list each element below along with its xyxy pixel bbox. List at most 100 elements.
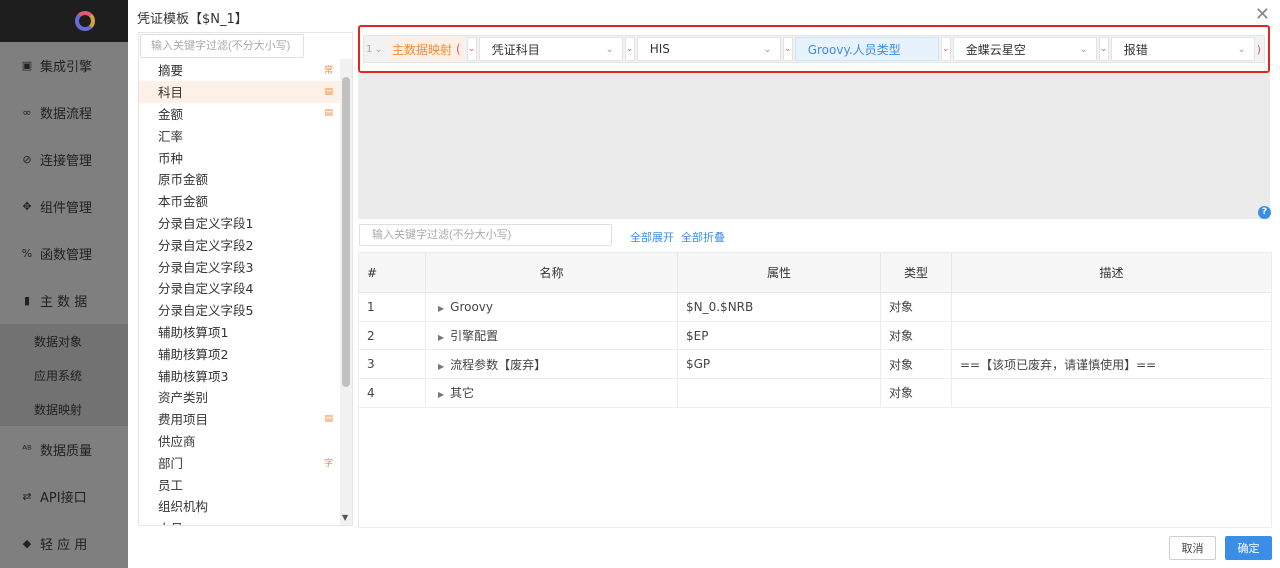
table-row[interactable]: 1 ▶ Groovy $N_0.$NRB 对象 — [358, 292, 1272, 322]
row-index: 4 — [358, 378, 426, 408]
nav-item-label: API接口 — [40, 491, 87, 506]
select-value: HIS — [649, 42, 670, 56]
field-list-item[interactable]: 供应商 — [139, 430, 341, 452]
field-label: 部门 — [158, 455, 184, 471]
field-list-item[interactable]: 金额 ▤ — [139, 103, 341, 125]
field-list-item[interactable]: 辅助核算项2 — [139, 342, 341, 364]
nav-item-a4[interactable]: % 函数管理 — [0, 230, 128, 277]
field-list-item[interactable]: 分录自定义字段5 — [139, 299, 341, 321]
field-list-item[interactable]: 本币金额 — [139, 190, 341, 212]
field-list-item[interactable]: 分录自定义字段4 — [139, 277, 341, 299]
nav-item-b1[interactable]: ⇄ API接口 — [0, 473, 128, 520]
help-icon[interactable]: ? — [1258, 206, 1271, 219]
select-target-system[interactable]: 金蝶云星空 ⌄ — [952, 37, 1097, 61]
field-list-item[interactable]: 辅助核算项1 — [139, 321, 341, 343]
row-description — [951, 378, 1272, 408]
table-row[interactable]: 3 ▶ 流程参数【废弃】 $GP 对象 ==【该项已废弃，请谨慎使用】== — [358, 349, 1272, 380]
row-name[interactable]: ▶ Groovy — [425, 292, 678, 322]
nav-subitem-2[interactable]: 数据映射 — [0, 392, 128, 426]
nav-item-label: 轻 应 用 — [40, 538, 88, 553]
table-row[interactable]: 2 ▶ 引擎配置 $EP 对象 — [358, 320, 1272, 351]
nav-item-a1[interactable]: ∞ 数据流程 — [0, 89, 128, 136]
select-voucher-subject[interactable]: 凭证科目 ⌄ — [478, 37, 623, 61]
chevron-down-icon[interactable]: ⌄ — [1098, 37, 1109, 61]
chevron-down-icon[interactable]: ⌄ — [374, 44, 382, 55]
field-label: 原币金额 — [158, 172, 209, 188]
nav-item-a2[interactable]: ⊘ 连接管理 — [0, 136, 128, 183]
expand-caret-icon[interactable]: ▶ — [438, 362, 444, 371]
input-groovy-expression[interactable]: Groovy.人员类型 — [794, 37, 939, 61]
row-name[interactable]: ▶ 引擎配置 — [425, 320, 678, 351]
field-list-item[interactable]: 分录自定义字段1 — [139, 212, 341, 234]
field-tag-icon: 常 — [323, 66, 333, 77]
field-list-item[interactable]: 分录自定义字段3 — [139, 255, 341, 277]
field-list-scrollbar[interactable]: ▼ — [340, 59, 352, 525]
field-label: 组织机构 — [158, 499, 209, 515]
nav-icon: ⊘ — [22, 153, 32, 166]
chevron-down-icon[interactable]: ⌄ — [624, 37, 635, 61]
scrollbar-thumb[interactable] — [342, 77, 350, 387]
scroll-down-icon[interactable]: ▼ — [342, 513, 348, 522]
row-name[interactable]: ▶ 流程参数【废弃】 — [425, 349, 678, 380]
field-list-item[interactable]: 分录自定义字段2 — [139, 233, 341, 255]
field-label: 汇率 — [158, 128, 184, 144]
field-list-item[interactable]: 科目 ▤ — [139, 80, 341, 103]
field-list-item[interactable]: 资产类别 — [139, 386, 341, 408]
field-list-item[interactable]: 部门 字 — [139, 451, 341, 473]
select-on-missing[interactable]: 报错 ⌄ — [1110, 37, 1255, 61]
chevron-down-icon[interactable]: ⌄ — [940, 37, 951, 61]
row-name-text: Groovy — [450, 299, 494, 314]
nav-subitem-0[interactable]: 数据对象 — [0, 324, 128, 358]
mapping-type-label[interactable]: 主数据映射( — [388, 37, 465, 61]
mapping-row: 1 ⌄ 主数据映射( ⌄ 凭证科目 ⌄ ⌄ HIS ⌄ ⌄ Groovy.人员类型 ⌄… — [363, 35, 1265, 63]
field-list-item[interactable]: 汇率 — [139, 124, 341, 146]
field-list: 摘要 常 科目 ▤ 金额 ▤ 汇率 币种 原币金额 本币金额 分录自定义字段1 … — [139, 59, 341, 525]
nav-item-b2[interactable]: ◆ 轻 应 用 — [0, 520, 128, 567]
expand-caret-icon[interactable]: ▶ — [438, 304, 444, 313]
field-list-item[interactable]: 人员 — [139, 517, 341, 525]
nav-subitem-1[interactable]: 应用系统 — [0, 358, 128, 392]
field-list-item[interactable]: 费用项目 ▤ — [139, 408, 341, 430]
nav-icon: ▣ — [21, 59, 33, 72]
expand-all-link[interactable]: 全部展开 — [630, 229, 674, 245]
field-label: 币种 — [158, 150, 184, 166]
field-list-item[interactable]: 员工 — [139, 473, 341, 495]
collapse-all-link[interactable]: 全部折叠 — [681, 229, 725, 245]
column-header-type: 类型 — [880, 252, 952, 293]
field-tag-icon: ▤ — [324, 413, 333, 424]
field-search-input[interactable] — [140, 34, 304, 58]
nav-item-a5[interactable]: ▮ 主 数 据 — [0, 277, 128, 324]
field-label: 分录自定义字段1 — [158, 215, 254, 231]
table-row[interactable]: 4 ▶ 其它 对象 — [358, 378, 1272, 408]
cancel-button[interactable]: 取消 — [1169, 536, 1216, 560]
field-list-item[interactable]: 摘要 常 — [139, 59, 341, 81]
nav-item-b0[interactable]: ᴬᴮ 数据质量 — [0, 426, 128, 473]
field-label: 分录自定义字段4 — [158, 281, 254, 297]
chevron-down-icon[interactable]: ⌄ — [782, 37, 793, 61]
field-list-item[interactable]: 辅助核算项3 — [139, 364, 341, 386]
field-label: 科目 — [158, 85, 184, 101]
nav-item-a3[interactable]: ✥ 组件管理 — [0, 183, 128, 230]
expression-editor-area[interactable] — [358, 73, 1270, 219]
nav-item-label: 函数管理 — [40, 248, 93, 263]
select-source-system[interactable]: HIS ⌄ — [636, 37, 781, 61]
expand-caret-icon[interactable]: ▶ — [438, 390, 444, 399]
column-header-property: 属性 — [677, 252, 881, 293]
column-header-index: # — [358, 252, 426, 293]
field-label: 本币金额 — [158, 194, 209, 210]
nav-item-a0[interactable]: ▣ 集成引擎 — [0, 42, 128, 89]
row-property: $GP — [677, 349, 881, 380]
nav-item-label: 连接管理 — [40, 154, 93, 169]
nav-item-label: 数据流程 — [40, 107, 93, 122]
field-list-item[interactable]: 原币金额 — [139, 168, 341, 190]
field-list-item[interactable]: 组织机构 — [139, 495, 341, 517]
chevron-down-icon[interactable]: ⌄ — [466, 37, 477, 61]
app-sidebar: ▣ 集成引擎 ∞ 数据流程 ⊘ 连接管理 ✥ 组件管理 % 函数管理 ▮ 主 数… — [0, 0, 128, 568]
expand-caret-icon[interactable]: ▶ — [438, 333, 444, 342]
row-name[interactable]: ▶ 其它 — [425, 378, 678, 408]
select-value: 报错 — [1123, 42, 1148, 57]
close-icon[interactable]: ✕ — [1255, 4, 1270, 25]
confirm-button[interactable]: 确定 — [1225, 536, 1272, 560]
variable-search-input[interactable] — [359, 224, 612, 246]
field-list-item[interactable]: 币种 — [139, 146, 341, 168]
